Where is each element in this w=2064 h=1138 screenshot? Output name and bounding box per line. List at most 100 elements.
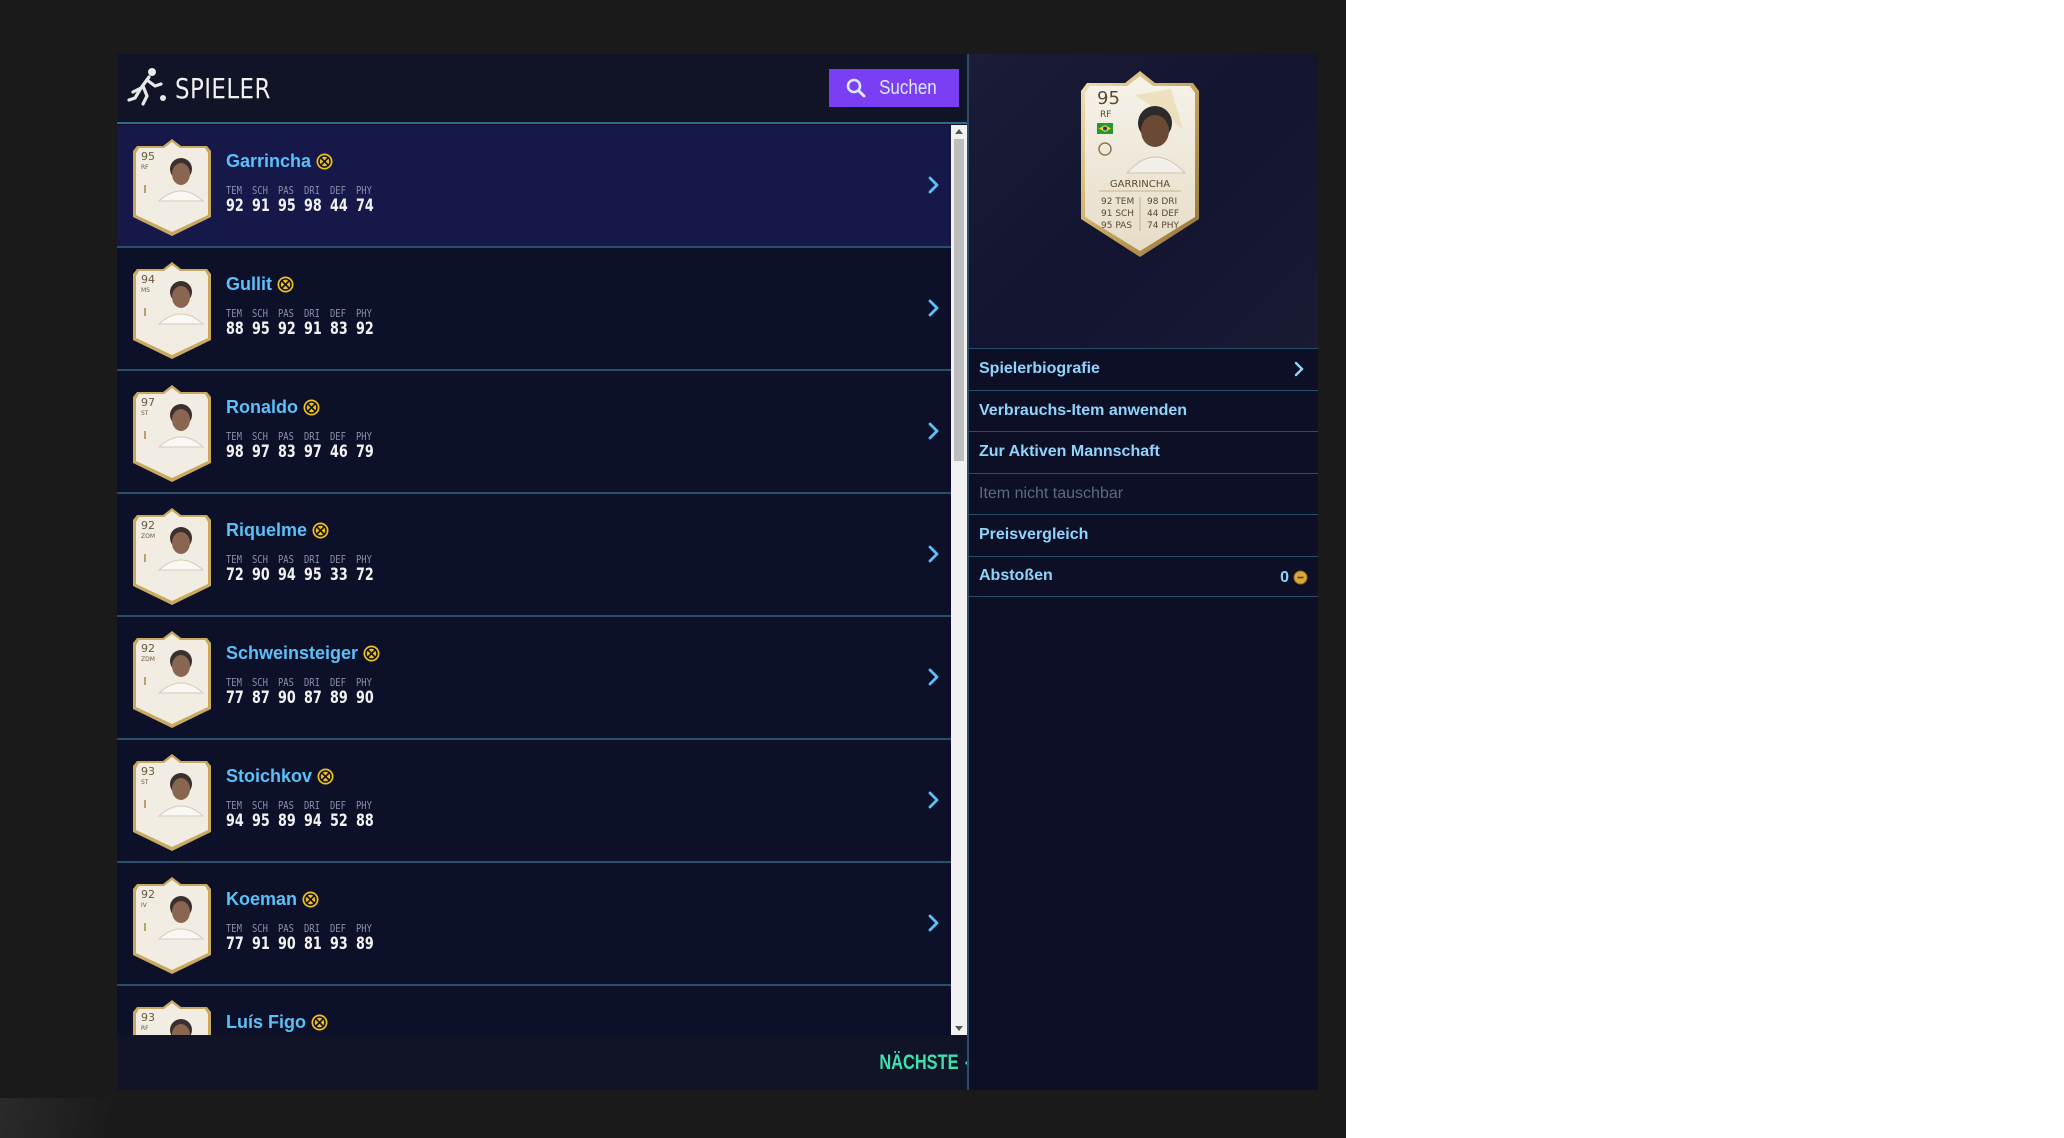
stat-value: 91	[304, 319, 322, 339]
chevron-right-icon[interactable]	[927, 790, 941, 810]
action-player-bio[interactable]: Spielerbiografie	[969, 348, 1318, 390]
stat-value: 92	[356, 319, 374, 339]
action-send-to-squad[interactable]: Zur Aktiven Mannschaft	[969, 431, 1318, 473]
player-name: Koeman	[226, 889, 320, 910]
player-card-thumbnail: 97ST	[133, 385, 211, 482]
action-untradeable: Item nicht tauschbar	[969, 472, 1318, 515]
player-card-thumbnail: 95RF	[133, 139, 211, 236]
card-name: GARRINCHA	[1110, 179, 1170, 190]
untradeable-icon	[303, 399, 320, 416]
chevron-right-icon[interactable]	[927, 421, 941, 441]
player-card-thumbnail: 92ZDM	[133, 631, 211, 728]
search-button[interactable]: Suchen	[829, 69, 959, 107]
untradeable-icon	[311, 1014, 328, 1031]
chevron-right-icon[interactable]	[927, 667, 941, 687]
action-quick-sell[interactable]: Abstoßen 0	[969, 555, 1318, 597]
stat-values: 92 91 95 98 44 74	[226, 196, 382, 216]
player-name-text: Riquelme	[226, 520, 308, 540]
player-name: Garrincha	[226, 151, 334, 172]
stat-values: 94 95 89 94 52 88	[226, 811, 382, 831]
chevron-right-icon[interactable]	[927, 544, 941, 564]
player-row[interactable]: 93 RF Luís Figo	[117, 986, 951, 1035]
player-card-thumbnail: 93RF	[133, 1000, 211, 1035]
player-name-text: Gullit	[226, 274, 272, 294]
player-detail-panel: 95 RF GARRINCHA 92 TEM 98 DRI 91 SCH 44 …	[969, 54, 1318, 1090]
card-stat-line: 98 DRI	[1147, 197, 1177, 207]
search-button-label: Suchen	[879, 76, 937, 99]
list-footer: NÄCHSTE	[117, 1035, 987, 1090]
scroll-up-arrow[interactable]	[955, 129, 963, 134]
player-name: Riquelme	[226, 520, 330, 541]
chevron-right-icon[interactable]	[927, 175, 941, 195]
stat-value: 95	[278, 196, 296, 216]
stat-value: 94	[226, 811, 244, 831]
stat-value: 81	[304, 934, 322, 954]
search-icon	[846, 78, 866, 98]
price-value: 0	[1280, 568, 1289, 586]
stat-values: 88 95 92 91 83 92	[226, 319, 382, 339]
chevron-right-icon[interactable]	[927, 913, 941, 933]
player-list[interactable]: 95 RF Garrincha TEM SCH PAS DRI DEF PHY 92 91 95 98 4…	[117, 125, 967, 1035]
action-label: Verbrauchs-Item anwenden	[979, 401, 1188, 419]
stat-value: 46	[330, 442, 348, 462]
untradeable-icon	[277, 276, 294, 293]
card-position: ST	[141, 779, 149, 786]
player-card-thumbnail: 93ST	[133, 754, 211, 851]
card-position: RF	[1100, 110, 1111, 120]
card-position: ST	[141, 410, 149, 417]
player-card-large: 95 RF GARRINCHA 92 TEM 98 DRI 91 SCH 44 …	[1081, 71, 1199, 257]
player-row[interactable]: 92 ZDM Schweinsteiger TEM SCH PAS DRI DEF PHY 77 8…	[117, 617, 951, 740]
player-row[interactable]: 92 IV Koeman TEM SCH PAS DRI DEF PHY 77 91 90 81 93 89	[117, 863, 951, 986]
card-rating: 97	[141, 396, 155, 409]
stat-value: 44	[330, 196, 348, 216]
coin-icon	[1293, 570, 1308, 585]
list-header: SPIELER Suchen	[117, 54, 967, 124]
card-rating: 92	[141, 519, 155, 532]
scroll-down-arrow[interactable]	[955, 1026, 963, 1031]
stat-value: 77	[226, 688, 244, 708]
stat-value: 95	[304, 565, 322, 585]
player-row[interactable]: 92 ZOM Riquelme TEM SCH PAS DRI DEF PHY 72 90 94 95 3…	[117, 494, 951, 617]
player-name-text: Luís Figo	[226, 1012, 306, 1032]
stat-value: 94	[304, 811, 322, 831]
stat-value: 89	[330, 688, 348, 708]
chevron-right-icon	[1294, 361, 1304, 377]
stat-value: 95	[252, 811, 270, 831]
player-name: Stoichkov	[226, 766, 335, 787]
card-stat-line: 91 SCH	[1101, 209, 1134, 219]
action-apply-consumable[interactable]: Verbrauchs-Item anwenden	[969, 389, 1318, 432]
stat-value: 94	[278, 565, 296, 585]
stat-value: 93	[330, 934, 348, 954]
stat-value: 87	[304, 688, 322, 708]
card-rating: 92	[141, 642, 155, 655]
player-name-text: Garrincha	[226, 151, 312, 171]
page-title: SPIELER	[175, 72, 271, 105]
list-scrollbar[interactable]	[951, 125, 967, 1035]
action-label: Abstoßen	[979, 567, 1053, 585]
stat-value: 98	[226, 442, 244, 462]
card-rating: 93	[141, 1011, 155, 1024]
player-name: Luís Figo	[226, 1012, 329, 1033]
player-row[interactable]: 94 MS Gullit TEM SCH PAS DRI DEF PHY 88 95 92 91 83 92	[117, 248, 951, 371]
stat-value: 72	[356, 565, 374, 585]
player-list-panel: SPIELER Suchen 95 RF Garrincha TEM SCH PAS DRI…	[117, 54, 987, 1090]
player-row[interactable]: 95 RF Garrincha TEM SCH PAS DRI DEF PHY 92 91 95 98 4…	[117, 125, 951, 248]
stat-value: 33	[330, 565, 348, 585]
player-panel: SPIELER Suchen 95 RF Garrincha TEM SCH PAS DRI…	[117, 54, 1318, 1090]
detail-hero: 95 RF GARRINCHA 92 TEM 98 DRI 91 SCH 44 …	[969, 54, 1318, 348]
player-row[interactable]: 93 ST Stoichkov TEM SCH PAS DRI DEF PHY 94 95 89 94 5…	[117, 740, 951, 863]
card-stat-line: 44 DEF	[1147, 209, 1179, 219]
player-row[interactable]: 97 ST Ronaldo TEM SCH PAS DRI DEF PHY 98 97 83 97 46 7…	[117, 371, 951, 494]
action-label: Preisvergleich	[979, 526, 1089, 544]
action-compare-price[interactable]: Preisvergleich	[969, 514, 1318, 556]
stat-value: 97	[304, 442, 322, 462]
chevron-right-icon[interactable]	[927, 298, 941, 318]
card-position: ZOM	[141, 533, 155, 540]
stat-value: 90	[278, 688, 296, 708]
action-label: Item nicht tauschbar	[979, 484, 1124, 502]
scroll-thumb[interactable]	[954, 139, 964, 461]
card-rating: 93	[141, 765, 155, 778]
player-card-thumbnail: 92ZOM	[133, 508, 211, 605]
stat-value: 87	[252, 688, 270, 708]
card-stat-line: 74 PHY	[1147, 221, 1180, 231]
